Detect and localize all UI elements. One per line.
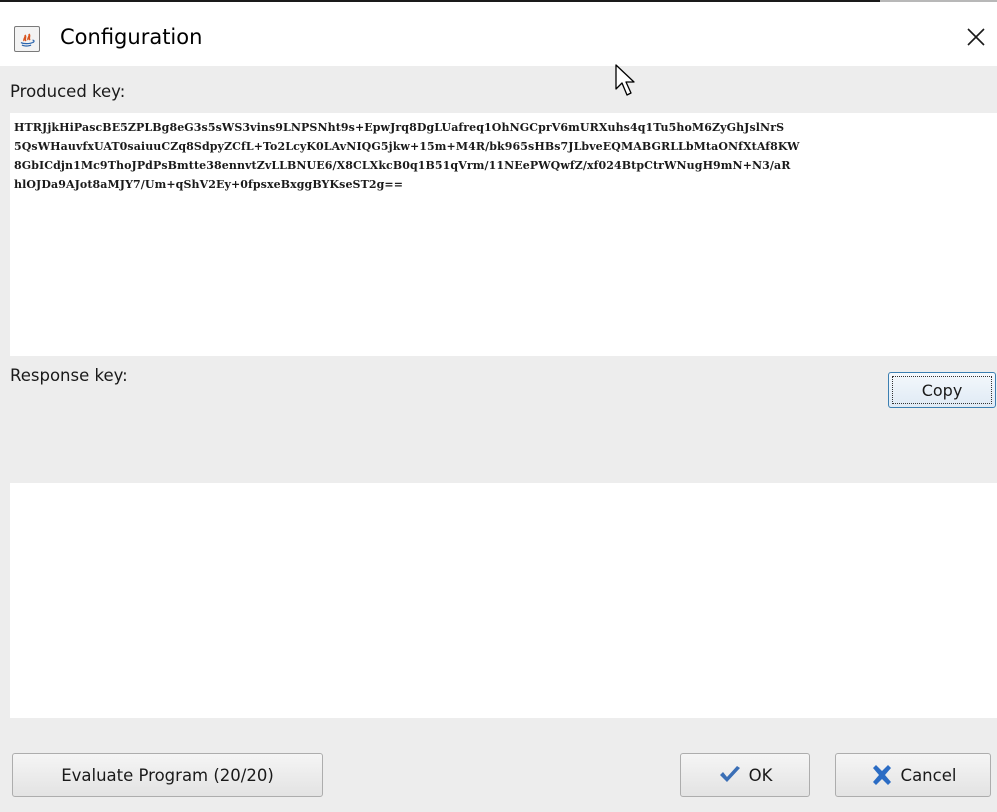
configuration-dialog: Configuration Produced key: HTRJjkHiPasc… bbox=[0, 0, 997, 812]
title-bar[interactable]: Configuration bbox=[0, 2, 997, 66]
produced-key-field[interactable]: HTRJjkHiPascBE5ZPLBg8eG3s5sWS3vins9LNPSN… bbox=[10, 113, 997, 356]
close-button[interactable] bbox=[963, 24, 991, 52]
produced-key-line: 5QsWHauvfxUAT0saiuuCZq8SdpyZCfL+To2LcyK0… bbox=[14, 140, 800, 153]
cancel-button[interactable]: Cancel bbox=[835, 753, 991, 797]
evaluate-program-label: Evaluate Program (20/20) bbox=[61, 765, 274, 785]
close-icon bbox=[967, 28, 985, 46]
produced-key-label: Produced key: bbox=[10, 82, 126, 101]
produced-key-line: 8GbICdjn1Mc9ThoJPdPsBmtte38ennvtZvLLBNUE… bbox=[14, 159, 791, 172]
copy-button[interactable]: Copy bbox=[888, 372, 996, 408]
response-key-field[interactable] bbox=[10, 483, 997, 718]
produced-key-line: hlOJDa9AJot8aMJY7/Um+qShV2Ey+0fpsxeBxggB… bbox=[14, 178, 404, 191]
ok-label: OK bbox=[748, 765, 773, 785]
ok-button[interactable]: OK bbox=[680, 753, 810, 797]
response-key-label: Response key: bbox=[10, 366, 128, 385]
produced-key-line: HTRJjkHiPascBE5ZPLBg8eG3s5sWS3vins9LNPSN… bbox=[14, 121, 785, 134]
copy-button-label: Copy bbox=[892, 376, 992, 404]
x-icon bbox=[870, 764, 894, 786]
checkmark-icon bbox=[718, 764, 742, 786]
dialog-content: Produced key: HTRJjkHiPascBE5ZPLBg8eG3s5… bbox=[0, 66, 997, 812]
produced-key-text[interactable]: HTRJjkHiPascBE5ZPLBg8eG3s5sWS3vins9LNPSN… bbox=[14, 118, 997, 194]
java-icon bbox=[14, 26, 40, 52]
mouse-cursor-icon bbox=[614, 63, 636, 101]
cancel-label: Cancel bbox=[900, 765, 957, 785]
window-title: Configuration bbox=[60, 25, 203, 49]
evaluate-program-button[interactable]: Evaluate Program (20/20) bbox=[12, 753, 323, 797]
